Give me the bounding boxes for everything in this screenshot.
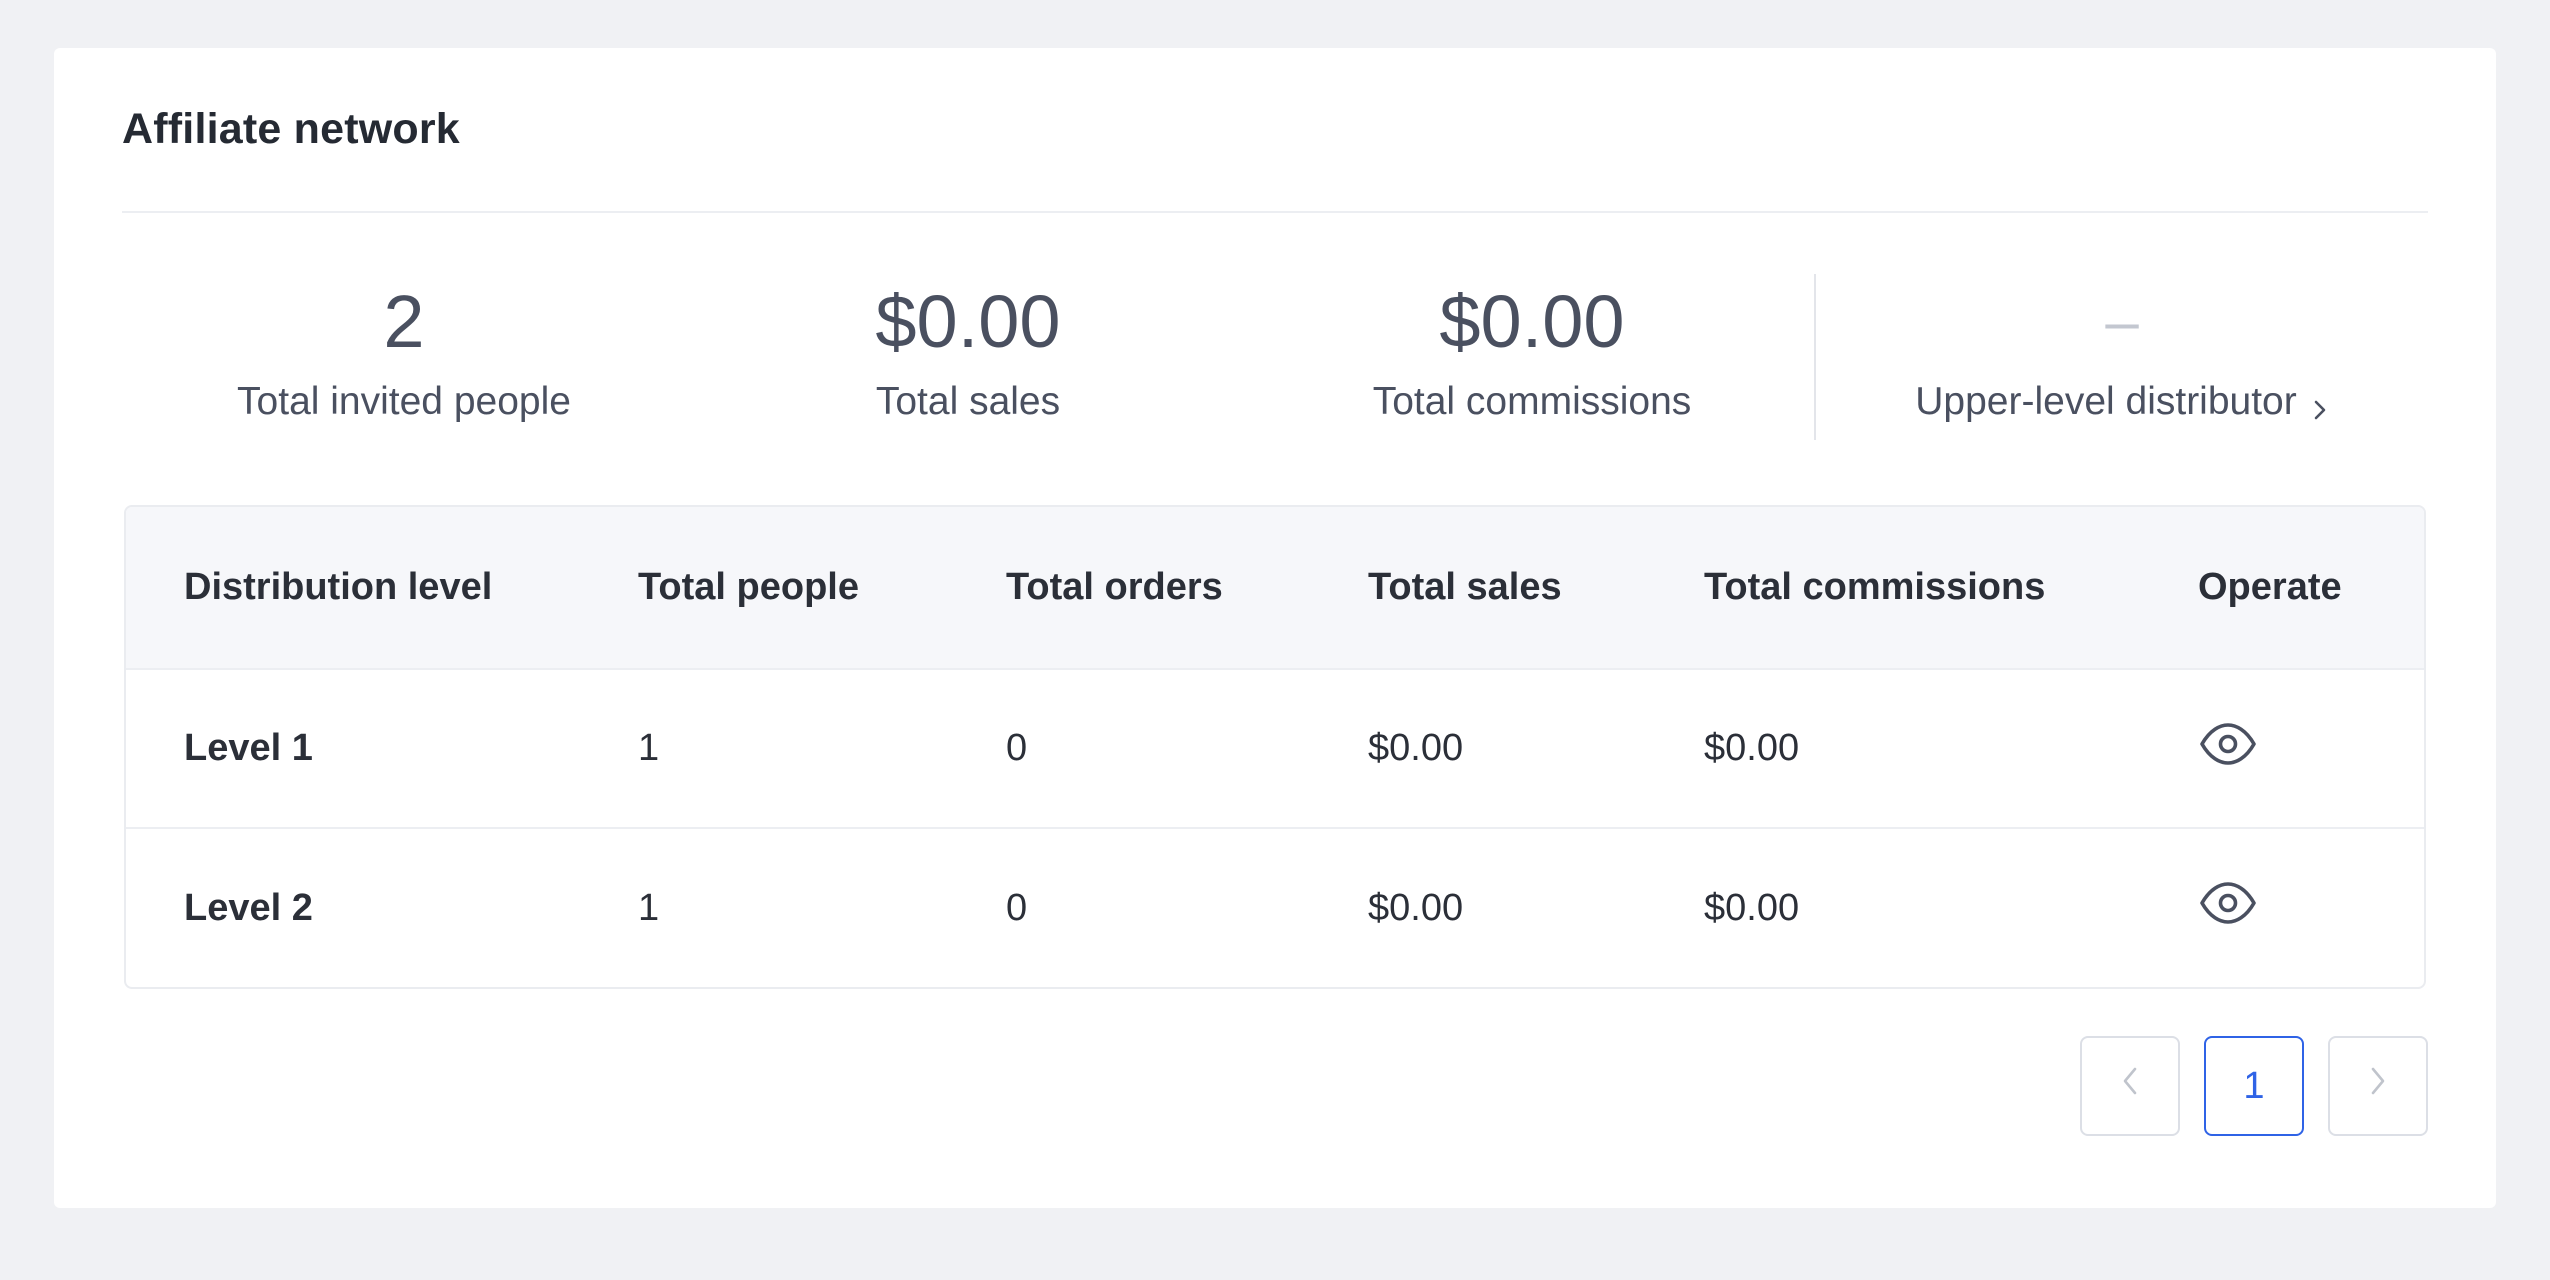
- stat-invited-value: 2: [383, 280, 425, 363]
- stat-upper-distributor: – Upper-level distributor: [1814, 274, 2428, 440]
- cell-level: Level 1: [184, 727, 313, 769]
- column-header-total-commissions: Total commissions: [1704, 566, 2046, 608]
- page-button-current[interactable]: 1: [2204, 1036, 2304, 1136]
- pagination: 1: [2080, 1036, 2428, 1136]
- stat-sales-value: $0.00: [875, 280, 1061, 363]
- column-header-total-orders: Total orders: [1006, 566, 1223, 608]
- stat-commissions-label: Total commissions: [1372, 380, 1692, 423]
- cell-level: Level 2: [184, 886, 313, 929]
- stats-row: 2 Total invited people $0.00 Total sales…: [122, 274, 2428, 444]
- next-page-button[interactable]: [2328, 1036, 2428, 1136]
- column-header-total-sales: Total sales: [1368, 566, 1562, 608]
- card-header: Affiliate network: [122, 48, 2428, 213]
- chevron-right-icon: [2311, 389, 2329, 420]
- distribution-table: Distribution level Total people Total or…: [124, 505, 2426, 989]
- table-row: Level 2 1 0 $0.00 $0.00: [126, 828, 2424, 987]
- cell-commissions: $0.00: [1704, 886, 1800, 929]
- stat-commissions-value: $0.00: [1439, 280, 1625, 363]
- cell-people: 1: [638, 886, 660, 929]
- upper-distributor-link[interactable]: Upper-level distributor: [1915, 380, 2329, 424]
- stat-upper-value: –: [2105, 288, 2139, 355]
- cell-sales: $0.00: [1368, 886, 1464, 929]
- stat-invited-label: Total invited people: [237, 380, 571, 423]
- stat-invited: 2 Total invited people: [122, 274, 686, 444]
- cell-commissions: $0.00: [1704, 727, 1800, 769]
- chevron-right-icon: [2366, 1064, 2390, 1108]
- chevron-left-icon: [2118, 1064, 2142, 1108]
- stat-sales: $0.00 Total sales: [686, 274, 1250, 444]
- cell-operate: [2140, 669, 2424, 828]
- affiliate-network-card: Affiliate network 2 Total invited people…: [54, 48, 2496, 1208]
- cell-operate: [2140, 828, 2424, 987]
- eye-icon[interactable]: [2198, 881, 2258, 925]
- column-header-distribution-level: Distribution level: [184, 566, 493, 608]
- eye-icon[interactable]: [2198, 722, 2258, 766]
- upper-distributor-label: Upper-level distributor: [1915, 380, 2297, 423]
- column-header-total-people: Total people: [638, 566, 859, 608]
- cell-people: 1: [638, 727, 660, 769]
- cell-sales: $0.00: [1368, 727, 1464, 769]
- table-row: Level 1 1 0 $0.00 $0.00: [126, 669, 2424, 828]
- column-header-operate: Operate: [2198, 566, 2342, 608]
- table-header-row: Distribution level Total people Total or…: [126, 507, 2424, 669]
- stat-sales-label: Total sales: [875, 380, 1061, 423]
- cell-orders: 0: [1006, 727, 1028, 769]
- cell-orders: 0: [1006, 886, 1028, 929]
- prev-page-button[interactable]: [2080, 1036, 2180, 1136]
- card-title: Affiliate network: [122, 105, 460, 153]
- stat-commissions: $0.00 Total commissions: [1250, 274, 1814, 444]
